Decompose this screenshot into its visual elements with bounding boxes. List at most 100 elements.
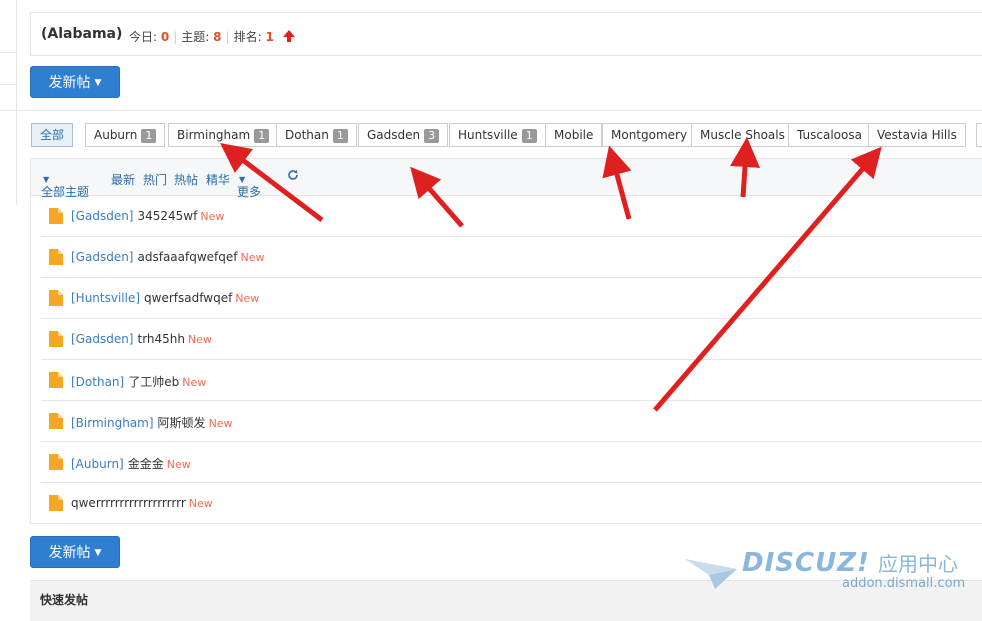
forum-name: (Alabama) — [41, 26, 123, 42]
document-icon — [49, 413, 63, 429]
thread-title-link[interactable]: qwerrrrrrrrrrrrrrrrrrr — [71, 496, 186, 510]
thread-row[interactable]: qwerrrrrrrrrrrrrrrrrrr New — [41, 483, 982, 523]
thread-title-link[interactable]: qwerfsadfwqef — [144, 291, 232, 305]
tag-label: Montgomery — [611, 128, 688, 142]
divider: | — [173, 30, 178, 44]
refresh-icon[interactable] — [287, 169, 299, 184]
thread-type-link[interactable]: [Auburn] — [71, 457, 124, 471]
thread-title-link[interactable]: adsfaaafqwefqef — [138, 250, 238, 264]
tag-birmingham[interactable]: Birmingham 1 — [168, 123, 279, 147]
rank-value: 1 — [265, 30, 274, 44]
new-badge: New — [240, 251, 265, 264]
rank-up-arrow-icon — [282, 30, 295, 42]
thread-title-link[interactable]: 阿斯顿发 — [158, 416, 206, 430]
new-badge: New — [200, 210, 225, 223]
tag-count: 1 — [332, 129, 348, 143]
document-icon — [49, 454, 63, 470]
filter-digest[interactable]: 精华 — [206, 171, 230, 188]
thread-text: [Birmingham] 阿斯顿发 New — [71, 414, 233, 431]
thread-text: [Auburn] 金金金 New — [71, 455, 191, 472]
new-badge: New — [188, 333, 213, 346]
thread-type-link[interactable]: [Gadsden] — [71, 332, 134, 346]
thread-type-link[interactable]: [Gadsden] — [71, 250, 134, 264]
tag-label: Mobile — [554, 128, 594, 142]
thread-type-link[interactable]: [Birmingham] — [71, 416, 154, 430]
tag-count: 1 — [521, 129, 537, 143]
tag-filter-bar: 全部 Auburn 1 Birmingham 1 Dothan 1 Gadsden 3 … — [0, 110, 982, 159]
filter-hot[interactable]: 热门 — [143, 171, 167, 188]
topics-label: 主题: — [181, 30, 210, 44]
thread-row[interactable]: [Gadsden] adsfaaafqwefqef New — [41, 237, 982, 278]
thread-type-link[interactable]: [Dothan] — [71, 375, 124, 389]
tag-auburn[interactable]: Auburn 1 — [85, 123, 166, 147]
forum-header: (Alabama) 今日: 0 | 主题: 8 | 排名: 1 — [30, 12, 982, 56]
thread-title-link[interactable]: 金金金 — [128, 457, 164, 471]
tag-montgomery[interactable]: Montgomery — [602, 123, 697, 147]
document-icon — [49, 249, 63, 265]
new-post-label: 发新帖 — [48, 545, 91, 561]
tag-label: Tuscaloosa — [797, 128, 862, 142]
document-icon — [49, 208, 63, 224]
tag-overflow[interactable] — [976, 123, 982, 147]
divider: | — [225, 30, 230, 44]
new-post-button-bottom[interactable]: 发新帖 ▼ — [30, 536, 120, 568]
tag-label: 全部 — [40, 128, 65, 142]
tag-label: Muscle Shoals — [700, 128, 785, 142]
new-post-button[interactable]: 发新帖 ▼ — [30, 66, 120, 98]
new-badge: New — [235, 292, 260, 305]
tag-label: Dothan — [285, 128, 329, 142]
new-badge: New — [188, 497, 213, 510]
new-post-label: 发新帖 — [48, 75, 91, 91]
tag-label: Vestavia Hills — [877, 128, 957, 142]
tag-label: Huntsville — [458, 128, 518, 142]
filter-hot-posts[interactable]: 热帖 — [174, 171, 198, 188]
thread-title-link[interactable]: 345245wf — [138, 209, 198, 223]
tag-label: Auburn — [94, 128, 138, 142]
tag-all[interactable]: 全部 — [31, 123, 74, 147]
thread-text: [Dothan] 了工帅eb New — [71, 373, 206, 390]
filter-all-topics[interactable]: 全部主题 ▼ — [41, 171, 89, 199]
tag-huntsville[interactable]: Huntsville 1 — [449, 123, 546, 147]
tag-count: 3 — [424, 129, 440, 143]
document-icon — [49, 290, 63, 306]
thread-text: [Gadsden] adsfaaafqwefqef New — [71, 250, 265, 264]
thread-filter-bar: 全部主题 ▼ 最新 热门 热帖 精华 更多 ▼ — [31, 159, 982, 199]
tag-label: Birmingham — [177, 128, 251, 142]
quick-post-title: 快速发帖 — [40, 593, 89, 607]
today-label: 今日: — [129, 30, 158, 44]
tag-label: Gadsden — [367, 128, 421, 142]
divider — [0, 84, 16, 85]
thread-text: qwerrrrrrrrrrrrrrrrrrr New — [71, 496, 213, 510]
thread-row[interactable]: [Auburn] 金金金 New — [41, 442, 982, 483]
tag-dothan[interactable]: Dothan 1 — [276, 123, 357, 147]
tag-mobile[interactable]: Mobile — [545, 123, 603, 147]
tag-gadsden[interactable]: Gadsden 3 — [358, 123, 449, 147]
left-column-edge — [0, 0, 17, 205]
watermark-cn: 应用中心 — [878, 552, 958, 576]
tag-vestavia-hills[interactable]: Vestavia Hills — [868, 123, 966, 147]
divider — [0, 52, 16, 53]
thread-row[interactable]: [Gadsden] 345245wf New — [41, 196, 982, 237]
tag-muscle-shoals[interactable]: Muscle Shoals — [691, 123, 794, 147]
caret-down-icon: ▼ — [94, 548, 102, 558]
forum-stats: 今日: 0 | 主题: 8 | 排名: 1 — [129, 28, 296, 45]
document-icon — [49, 331, 63, 347]
thread-type-link[interactable]: [Gadsden] — [71, 209, 134, 223]
thread-type-link[interactable]: [Huntsville] — [71, 291, 140, 305]
thread-text: [Gadsden] 345245wf New — [71, 209, 224, 223]
tag-tuscaloosa[interactable]: Tuscaloosa — [788, 123, 871, 147]
tag-count: 1 — [141, 129, 157, 143]
filter-latest[interactable]: 最新 — [111, 171, 135, 188]
thread-text: [Huntsville] qwerfsadfwqef New — [71, 291, 259, 305]
watermark-url: addon.dismall.com — [842, 576, 966, 591]
thread-row[interactable]: [Huntsville] qwerfsadfwqef New — [41, 278, 982, 319]
divider — [965, 123, 966, 147]
thread-title-link[interactable]: 了工帅eb — [128, 375, 179, 389]
thread-row[interactable]: [Gadsden] trh45hh New — [41, 319, 982, 360]
thread-row[interactable]: [Birmingham] 阿斯顿发 New — [41, 401, 982, 442]
thread-title-link[interactable]: trh45hh — [138, 332, 186, 346]
watermark-brand: DISCUZ! — [742, 548, 870, 578]
thread-row[interactable]: [Dothan] 了工帅eb New — [41, 360, 982, 401]
new-badge: New — [208, 417, 233, 430]
filter-more[interactable]: 更多 ▼ — [237, 171, 261, 199]
